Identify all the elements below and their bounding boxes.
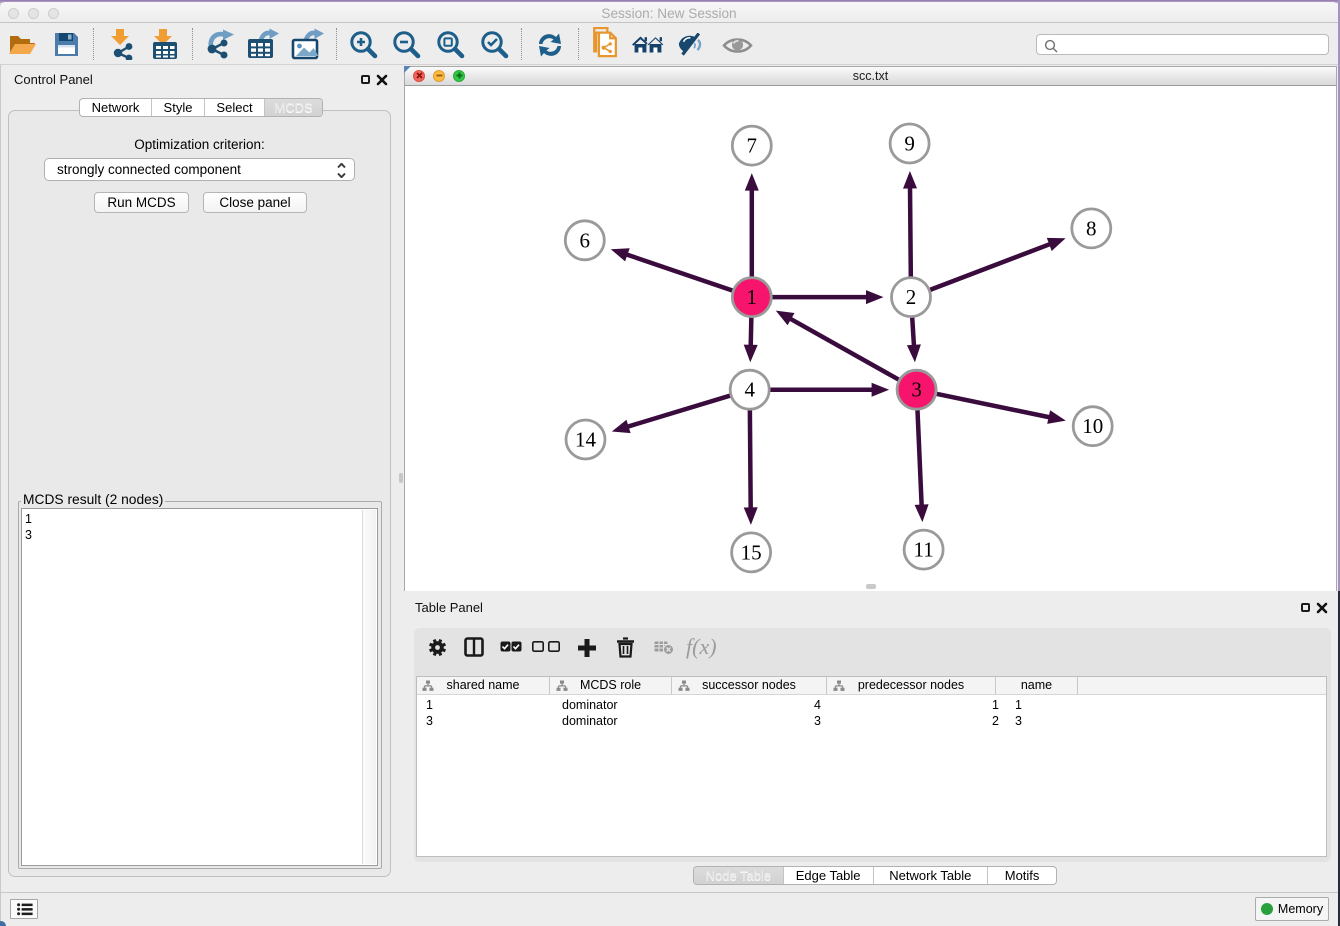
svg-text:6: 6 bbox=[580, 228, 591, 252]
svg-text:15: 15 bbox=[741, 540, 762, 564]
svg-text:8: 8 bbox=[1086, 216, 1097, 240]
svg-text:4: 4 bbox=[744, 378, 755, 402]
svg-text:14: 14 bbox=[575, 428, 597, 452]
svg-text:10: 10 bbox=[1082, 414, 1103, 438]
svg-text:11: 11 bbox=[913, 538, 933, 562]
svg-text:2: 2 bbox=[906, 285, 917, 309]
svg-text:3: 3 bbox=[911, 378, 922, 402]
svg-text:1: 1 bbox=[747, 285, 758, 309]
svg-text:9: 9 bbox=[904, 132, 915, 156]
svg-text:7: 7 bbox=[747, 134, 758, 158]
